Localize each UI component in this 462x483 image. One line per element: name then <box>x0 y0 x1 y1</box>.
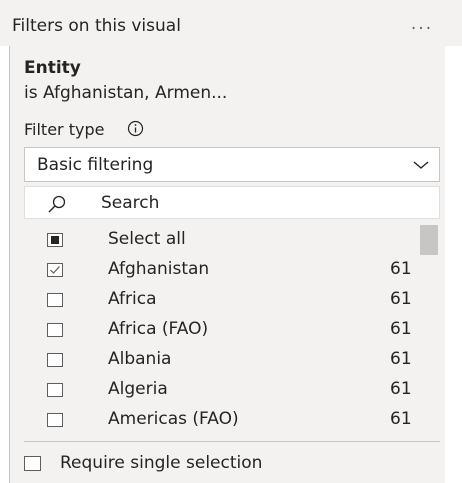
select-all-label: Select all <box>108 229 186 249</box>
item-label: Algeria <box>108 379 168 399</box>
item-count: 61 <box>390 289 412 309</box>
require-single-selection-option[interactable]: Require single selection <box>24 446 444 482</box>
list-item[interactable]: Afghanistan 61 <box>24 256 418 286</box>
search-icon <box>48 195 66 213</box>
scrollbar-thumb[interactable] <box>420 225 438 255</box>
item-count: 61 <box>390 409 412 429</box>
item-label: Afghanistan <box>108 259 210 279</box>
pane-edge <box>445 46 462 483</box>
item-checkbox[interactable] <box>47 263 63 277</box>
list-item[interactable]: Albania 61 <box>24 346 418 376</box>
item-checkbox[interactable] <box>47 383 63 397</box>
item-count: 61 <box>390 259 412 279</box>
filter-value-list: Select all Afghanistan 61 Africa 61 Afri… <box>24 223 440 435</box>
item-checkbox[interactable] <box>47 323 63 337</box>
search-box[interactable]: Search <box>24 186 440 219</box>
require-single-selection-checkbox[interactable] <box>24 456 41 471</box>
item-label: Africa (FAO) <box>108 319 209 339</box>
filter-type-dropdown[interactable]: Basic filtering <box>24 147 440 182</box>
pane-title: Filters on this visual <box>12 16 181 36</box>
item-checkbox[interactable] <box>47 413 63 427</box>
filter-type-label: Filter type <box>24 120 105 139</box>
item-count: 61 <box>390 319 412 339</box>
filter-field-name[interactable]: Entity <box>24 58 81 78</box>
list-item[interactable]: Africa 61 <box>24 286 418 316</box>
more-options-button[interactable]: ... <box>404 12 440 36</box>
item-label: Africa <box>108 289 157 309</box>
require-single-selection-label: Require single selection <box>60 453 263 473</box>
item-label: Albania <box>108 349 172 369</box>
item-count: 61 <box>390 379 412 399</box>
search-input[interactable]: Search <box>101 193 159 213</box>
select-all-checkbox[interactable] <box>47 233 63 247</box>
filter-summary: is Afghanistan, Armen... <box>24 83 228 103</box>
list-item[interactable]: Algeria 61 <box>24 376 418 406</box>
item-checkbox[interactable] <box>47 293 63 307</box>
select-all-row[interactable]: Select all <box>24 226 418 256</box>
chevron-down-icon <box>413 161 429 169</box>
item-checkbox[interactable] <box>47 353 63 367</box>
item-label: Americas (FAO) <box>108 409 239 429</box>
filter-type-value: Basic filtering <box>37 155 154 175</box>
checkmark-icon <box>50 266 60 274</box>
list-item[interactable]: Americas (FAO) 61 <box>24 406 418 435</box>
item-count: 61 <box>390 349 412 369</box>
info-icon[interactable] <box>127 120 144 137</box>
list-scrollbar[interactable] <box>420 223 438 435</box>
divider <box>24 441 440 442</box>
filter-pane-header: Filters on this visual ... <box>0 0 462 46</box>
list-item[interactable]: Africa (FAO) 61 <box>24 316 418 346</box>
